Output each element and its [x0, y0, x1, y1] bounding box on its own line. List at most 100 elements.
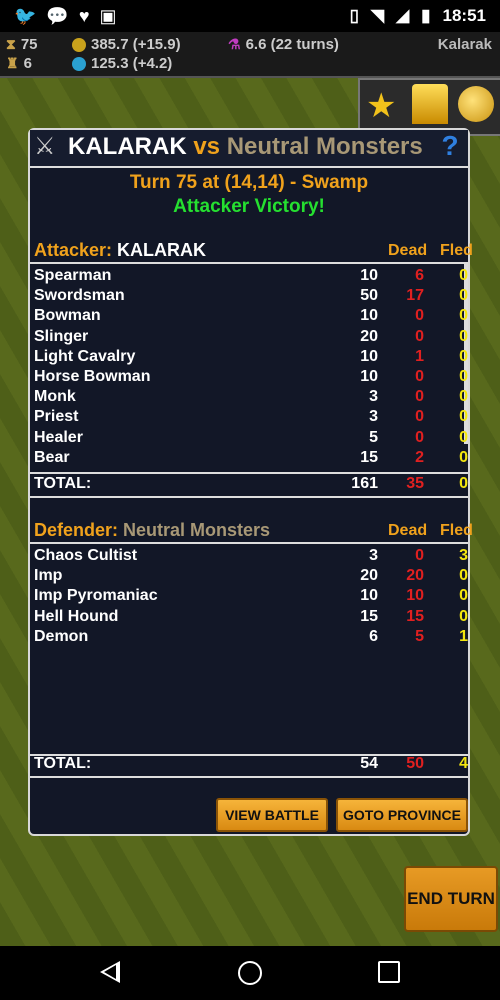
- unit-fled: 0: [459, 607, 468, 625]
- unit-row: Bear 15 2 0: [30, 448, 468, 468]
- defender-total-row: TOTAL: 54 50 4: [30, 754, 468, 778]
- vibrate-icon: ▯: [349, 6, 359, 25]
- unit-row: Hell Hound 15 15 0: [30, 607, 468, 627]
- end-turn-button[interactable]: END TURN: [404, 866, 498, 932]
- unit-fled: 3: [459, 547, 468, 564]
- help-icon[interactable]: ?: [438, 132, 462, 160]
- unit-fled: 0: [459, 388, 468, 406]
- unit-fled: 0: [459, 327, 468, 345]
- recent-apps-icon[interactable]: [378, 961, 400, 983]
- attacker-name: KALARAK: [117, 240, 207, 260]
- home-icon[interactable]: [238, 961, 262, 985]
- unit-count: 5: [369, 428, 378, 446]
- unit-dead: 0: [415, 327, 424, 345]
- notification-icons: 🐦 💬 ♥ ▣: [14, 6, 117, 27]
- unit-dead: 0: [415, 368, 424, 385]
- unit-row: Imp Pyromaniac 10 10 0: [30, 586, 468, 606]
- unit-fled: 0: [459, 408, 468, 426]
- chat-icon: 💬: [46, 6, 69, 26]
- unit-count: 3: [369, 388, 378, 406]
- castle-icon: ♜: [6, 55, 19, 71]
- crossed-swords-icon: ⚔: [34, 133, 56, 160]
- fled-column-header: Fled: [440, 242, 473, 259]
- unit-row: Priest 3 0 0: [30, 407, 468, 427]
- unit-dead: 2: [415, 448, 424, 466]
- unit-name: Spearman: [34, 267, 112, 284]
- unit-fled: 0: [459, 448, 468, 466]
- coin-icon[interactable]: [458, 86, 494, 122]
- unit-row: Slinger 20 0 0: [30, 327, 468, 347]
- view-battle-button[interactable]: VIEW BATTLE: [216, 798, 328, 832]
- battle-result: Attacker Victory!: [173, 196, 325, 217]
- unit-name: Horse Bowman: [34, 368, 151, 385]
- mana-resource: ⚗ 6.6 (22 turns): [228, 36, 339, 53]
- unit-fled: 0: [459, 267, 468, 284]
- unit-row: Light Cavalry 10 1 0: [30, 347, 468, 367]
- dead-column-header: Dead: [388, 242, 428, 259]
- defender-unit-list[interactable]: Chaos Cultist 3 0 3 Imp 20 20 0 Imp Pyromaniac 10…: [30, 542, 468, 756]
- unit-count: 20: [360, 327, 378, 345]
- attacker-header: Attacker: KALARAK Dead Fled: [34, 240, 473, 262]
- unit-row: Demon 6 5 1: [30, 627, 468, 647]
- star-icon[interactable]: ★: [366, 86, 396, 126]
- unit-name: Demon: [34, 627, 89, 645]
- unit-row: Imp 20 20 0: [30, 566, 468, 586]
- battle-report-dialog: ⚔ KALARAK vs Neutral Monsters ? Turn 75 …: [28, 128, 473, 836]
- goto-province-button[interactable]: GOTO PROVINCE: [336, 798, 468, 832]
- unit-dead: 0: [415, 428, 424, 446]
- unit-dead: 17: [406, 287, 424, 305]
- unit-dead: 0: [415, 388, 424, 406]
- player-name: Kalarak: [437, 36, 492, 53]
- unit-name: Priest: [34, 408, 79, 426]
- gold-resource: 385.7 (+15.9): [72, 36, 181, 53]
- unit-count: 10: [360, 587, 378, 605]
- defender-label: Defender:: [34, 520, 119, 540]
- dialog-title: KALARAK vs Neutral Monsters: [68, 133, 423, 161]
- unit-dead: 10: [406, 587, 424, 605]
- unit-fled: 0: [459, 347, 468, 365]
- unit-row: Healer 5 0 0: [30, 428, 468, 448]
- unit-count: 50: [360, 287, 378, 305]
- attacker-unit-list[interactable]: Spearman 10 6 0 Swordsman 50 17 0 Bowman 10 0 0 Slin…: [30, 262, 468, 474]
- unit-count: 15: [360, 448, 378, 466]
- unit-dead: 0: [415, 408, 424, 426]
- hourglass-icon: ⧗: [6, 36, 16, 52]
- unit-fled: 1: [459, 627, 468, 645]
- dialog-header: ⚔ KALARAK vs Neutral Monsters ?: [30, 130, 468, 168]
- unit-row: Horse Bowman 10 0 0: [30, 367, 468, 387]
- unit-dead: 0: [415, 547, 424, 564]
- unit-fled: 0: [459, 287, 468, 305]
- defender-name: Neutral Monsters: [123, 520, 271, 540]
- gem-icon: [72, 56, 86, 71]
- unit-dead: 5: [415, 627, 424, 645]
- unit-dead: 0: [415, 307, 424, 325]
- unit-count: 10: [360, 347, 378, 365]
- unit-count: 15: [360, 607, 378, 625]
- defender-header: Defender: Neutral Monsters Dead Fled: [34, 520, 473, 542]
- resource-bar: ⧗ 75 385.7 (+15.9) ⚗ 6.6 (22 turns) Kala…: [0, 32, 500, 78]
- building-icon[interactable]: [412, 84, 448, 124]
- wifi-icon: ◥: [371, 6, 385, 25]
- unit-name: Hell Hound: [34, 607, 119, 625]
- unit-count: 6: [369, 627, 378, 645]
- gems-resource: 125.3 (+4.2): [72, 55, 172, 72]
- attacker-label: Attacker:: [34, 240, 113, 260]
- unit-fled: 0: [459, 428, 468, 446]
- unit-row: Swordsman 50 17 0: [30, 286, 468, 306]
- dead-column-header: Dead: [388, 522, 428, 539]
- unit-count: 10: [360, 307, 378, 325]
- unit-row: Bowman 10 0 0: [30, 306, 468, 326]
- system-status: ▯ ◥ ◢ ▮ 18:51: [350, 6, 486, 26]
- signal-icon: ◢: [396, 6, 410, 25]
- image-icon: ▣: [99, 6, 117, 26]
- unit-dead: 15: [406, 607, 424, 625]
- unit-name: Monk: [34, 388, 76, 406]
- turn-counter: ⧗ 75: [6, 36, 38, 53]
- unit-name: Swordsman: [34, 287, 125, 305]
- unit-name: Healer: [34, 428, 83, 446]
- unit-fled: 0: [459, 368, 468, 385]
- navigation-bar: [0, 946, 500, 1000]
- unit-name: Light Cavalry: [34, 347, 136, 365]
- unit-name: Bowman: [34, 307, 101, 325]
- back-icon[interactable]: [100, 961, 120, 983]
